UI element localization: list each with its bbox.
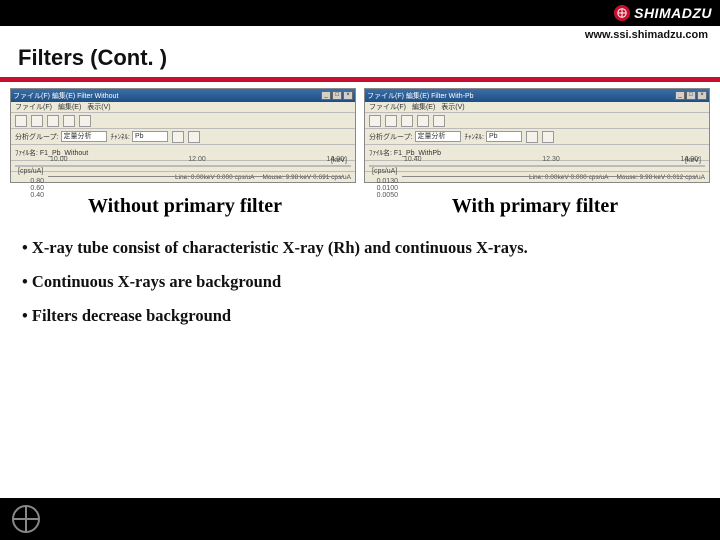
channel-select[interactable]: Pb [486, 131, 522, 142]
slide-title: Filters (Cont. ) [0, 43, 720, 77]
minimize-button[interactable]: _ [675, 91, 685, 100]
close-button[interactable]: × [343, 91, 353, 100]
ytick: 0.80 [18, 178, 44, 185]
toolbar [365, 113, 709, 129]
tool-button[interactable] [417, 115, 429, 127]
menu-item[interactable]: ファイル(F) [369, 102, 406, 112]
caption-left: Without primary filter [10, 195, 360, 218]
tool-button[interactable] [63, 115, 75, 127]
channel-label: ﾁｬﾝﾈﾙ: [111, 132, 130, 142]
minimize-button[interactable]: _ [321, 91, 331, 100]
footer-bar [0, 498, 720, 540]
spectrum-chart[interactable]: [cps/uA] [keV] 0.0130 0.0100 0.0050 10.4… [369, 165, 705, 167]
panel-captions: Without primary filter With primary filt… [0, 183, 720, 218]
tool-button[interactable] [369, 115, 381, 127]
window-title-text: ファイル(F) 編集(E) Filter With-Pb [367, 91, 474, 101]
brand-logo: SHIMADZU [614, 5, 712, 21]
tool-button[interactable] [15, 115, 27, 127]
maximize-button[interactable]: □ [332, 91, 342, 100]
nav-next-button[interactable] [542, 131, 554, 143]
xtick: 14.00 [326, 156, 344, 163]
brand-text: SHIMADZU [634, 5, 712, 21]
plot-area: Pb-Lα [48, 176, 344, 177]
window-title-text: ファイル(F) 編集(E) Filter Without [13, 91, 118, 101]
channel-label: ﾁｬﾝﾈﾙ: [465, 132, 484, 142]
maximize-button[interactable]: □ [686, 91, 696, 100]
ytick: 0.40 [18, 192, 44, 199]
window-buttons: _ □ × [321, 91, 353, 100]
tool-button[interactable] [385, 115, 397, 127]
y-axis-label: [cps/uA] [372, 168, 397, 175]
tool-button[interactable] [79, 115, 91, 127]
ytick: 0.0050 [372, 192, 398, 199]
menu-item[interactable]: ファイル(F) [15, 102, 52, 112]
ytick: 0.60 [18, 185, 44, 192]
group-select[interactable]: 定量分析 [61, 131, 107, 142]
nav-prev-button[interactable] [172, 131, 184, 143]
bullet: • X-ray tube consist of characteristic X… [22, 238, 698, 258]
xtick: 10.40 [404, 156, 422, 163]
brand-icon [614, 5, 630, 21]
toolbar [11, 113, 355, 129]
nav-next-button[interactable] [188, 131, 200, 143]
panel-with-filter: ファイル(F) 編集(E) Filter With-Pb _ □ × ファイル(… [364, 88, 710, 183]
caption-right: With primary filter [360, 195, 710, 218]
status-mouse: Mouse: 9.98 keV 0.012 cps/uA [616, 174, 705, 181]
x-ticks: 10.40 12.30 14.00 [404, 156, 698, 163]
header-url: www.ssi.shimadzu.com [0, 26, 720, 43]
channel-select[interactable]: Pb [132, 131, 168, 142]
menu-item[interactable]: 表示(V) [441, 102, 464, 112]
plot-area: Pb-Lα [402, 176, 698, 177]
menu-bar: ファイル(F) 編集(E) 表示(V) [365, 102, 709, 113]
panel-without-filter: ファイル(F) 編集(E) Filter Without _ □ × ファイル(… [10, 88, 356, 183]
nav-prev-button[interactable] [526, 131, 538, 143]
window-buttons: _ □ × [675, 91, 707, 100]
ytick: 0.0100 [372, 185, 398, 192]
xtick: 10.00 [50, 156, 68, 163]
status-line: Line: 0.00keV 0.000 cps/uA [529, 174, 609, 181]
spectrum-chart[interactable]: [cps/uA] [keV] 0.80 0.60 0.40 10.00 12.0… [15, 165, 351, 167]
params-row: 分析グループ:定量分析 ﾁｬﾝﾈﾙ:Pb [365, 129, 709, 145]
status-line: Line: 0.00keV 0.000 cps/uA [175, 174, 255, 181]
bullet-list: • X-ray tube consist of characteristic X… [0, 218, 720, 326]
group-label: 分析グループ: [369, 132, 413, 142]
group-label: 分析グループ: [15, 132, 59, 142]
tool-button[interactable] [47, 115, 59, 127]
tool-button[interactable] [401, 115, 413, 127]
peak-label: Pb-Lα [463, 176, 479, 177]
group-select[interactable]: 定量分析 [415, 131, 461, 142]
params-row: 分析グループ:定量分析 ﾁｬﾝﾈﾙ:Pb [11, 129, 355, 145]
menu-bar: ファイル(F) 編集(E) 表示(V) [11, 102, 355, 113]
status-mouse: Mouse: 9.98 keV 0.691 cps/uA [262, 174, 351, 181]
xtick: 14.00 [680, 156, 698, 163]
panels-row: ファイル(F) 編集(E) Filter Without _ □ × ファイル(… [0, 82, 720, 183]
tool-button[interactable] [31, 115, 43, 127]
bullet: • Continuous X-rays are background [22, 272, 698, 292]
xtick: 12.30 [542, 156, 560, 163]
y-axis-label: [cps/uA] [18, 168, 43, 175]
xtick: 12.00 [188, 156, 206, 163]
tool-button[interactable] [433, 115, 445, 127]
window-titlebar: ファイル(F) 編集(E) Filter With-Pb _ □ × [365, 89, 709, 102]
menu-item[interactable]: 編集(E) [58, 102, 81, 112]
peak-label: Pb-Lα [117, 176, 133, 177]
menu-item[interactable]: 編集(E) [412, 102, 435, 112]
x-ticks: 10.00 12.00 14.00 [50, 156, 344, 163]
bullet: • Filters decrease background [22, 306, 698, 326]
footer-logo-icon [12, 505, 40, 533]
window-titlebar: ファイル(F) 編集(E) Filter Without _ □ × [11, 89, 355, 102]
menu-item[interactable]: 表示(V) [87, 102, 110, 112]
ytick: 0.0130 [372, 178, 398, 185]
top-bar: SHIMADZU [0, 0, 720, 26]
close-button[interactable]: × [697, 91, 707, 100]
